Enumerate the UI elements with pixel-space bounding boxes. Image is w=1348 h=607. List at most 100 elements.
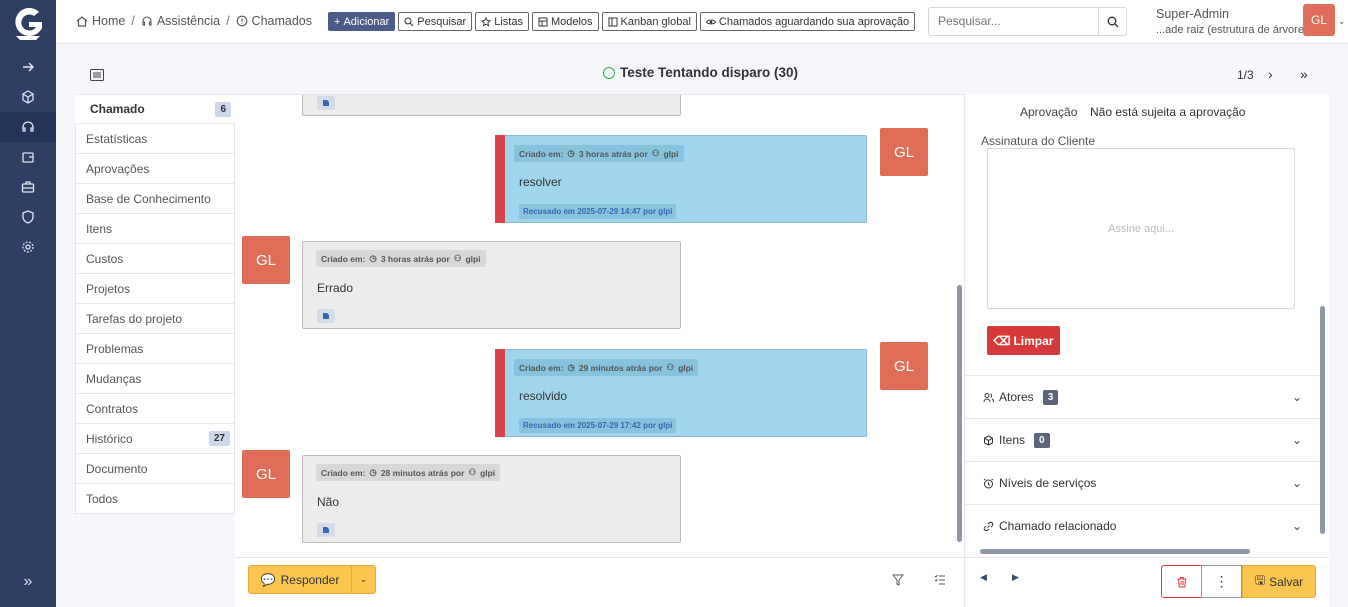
document-icon[interactable] <box>317 523 335 537</box>
search-input[interactable] <box>938 14 1098 28</box>
details-horizontal-scrollbar[interactable] <box>980 549 1250 554</box>
search-submit-button[interactable] <box>1098 8 1126 35</box>
timeline-item-partial <box>302 95 681 116</box>
users-icon <box>983 392 994 402</box>
expand-sidebar-icon[interactable]: » <box>0 573 56 591</box>
models-button[interactable]: Modelos <box>531 12 599 31</box>
details-vertical-scrollbar[interactable] <box>1320 306 1325 534</box>
section-actors[interactable]: Atores 3 ⌄ <box>965 375 1322 418</box>
tab-items[interactable]: Itens <box>75 214 235 244</box>
user-icon: ⚇ <box>651 148 660 158</box>
delete-button[interactable] <box>1161 565 1202 598</box>
clear-signature-button[interactable]: ⌫ Limpar <box>987 326 1060 355</box>
search-button[interactable]: Pesquisar <box>398 12 473 31</box>
user-avatar[interactable]: GL <box>1303 4 1335 36</box>
global-search <box>928 7 1127 36</box>
awaiting-approval-button[interactable]: Chamados aguardando sua aprovação <box>699 12 916 31</box>
next-ticket-icon[interactable]: › <box>1268 66 1273 82</box>
home-icon <box>76 16 88 27</box>
tab-project-tasks[interactable]: Tarefas do projeto <box>75 304 235 334</box>
save-button[interactable]: 🖫 Salvar <box>1242 565 1316 598</box>
chevron-down-icon[interactable]: ⌄ <box>1338 16 1346 27</box>
item-content: Errado <box>317 281 354 295</box>
details-actions: ◀ ▶ ⋮ 🖫 Salvar <box>964 557 1329 607</box>
item-content: resolvido <box>519 389 568 403</box>
main-sidebar: » <box>0 0 56 607</box>
document-icon[interactable] <box>317 309 335 323</box>
lists-button[interactable]: Listas <box>475 12 529 31</box>
user-name: Super-Admin <box>1156 7 1229 21</box>
item-meta: Criado em: ◷ 28 minutos atrás por ⚇ glpi <box>316 464 501 481</box>
breadcrumb-home[interactable]: Home <box>76 14 125 28</box>
briefcase-icon[interactable] <box>0 172 56 202</box>
shield-icon[interactable] <box>0 202 56 232</box>
cube-icon <box>984 434 993 446</box>
ticket-pager: 1/3 <box>1237 68 1254 82</box>
document-icon[interactable] <box>317 96 335 110</box>
cube-icon[interactable] <box>0 82 56 112</box>
tab-knowledge-base[interactable]: Base de Conhecimento <box>75 184 235 214</box>
section-linked-tickets[interactable]: Chamado relacionado ⌄ <box>965 504 1322 547</box>
search-icon <box>404 17 414 26</box>
answer-dropdown-button[interactable]: ⌄ <box>351 565 376 594</box>
wallet-icon[interactable] <box>0 142 56 172</box>
list-toggle-icon[interactable] <box>90 69 104 81</box>
eye-check-icon <box>705 19 716 24</box>
tab-statistics[interactable]: Estatísticas <box>75 124 235 154</box>
breadcrumb-assistance[interactable]: Assistência <box>141 14 220 28</box>
list-check-icon[interactable] <box>934 574 946 589</box>
tab-approvals[interactable]: Aprovações <box>75 154 235 184</box>
avatar: GL <box>880 128 928 176</box>
section-items[interactable]: Itens 0 ⌄ <box>965 418 1322 461</box>
eraser-icon: ⌫ <box>993 333 1011 348</box>
avatar: GL <box>242 450 290 498</box>
previous-icon[interactable]: ◀ <box>980 572 987 583</box>
tab-count-badge: 6 <box>215 102 231 117</box>
arrow-right-icon[interactable] <box>0 52 56 82</box>
filter-icon[interactable] <box>891 574 905 589</box>
tab-ticket[interactable]: Chamado 6 <box>75 94 235 124</box>
kanban-button[interactable]: Kanban global <box>601 12 697 31</box>
more-actions-button[interactable]: ⋮ <box>1201 565 1242 598</box>
add-button[interactable]: + Adicionar <box>328 12 396 31</box>
link-icon <box>983 521 994 531</box>
tab-contracts[interactable]: Contratos <box>75 394 235 424</box>
breadcrumb: Home / Assistência / Chamados <box>76 14 312 28</box>
approval-value: Não está sujeita a aprovação <box>1090 105 1246 119</box>
last-ticket-icon[interactable]: » <box>1300 66 1308 82</box>
item-meta: Criado em: ◷ 29 minutos atrás por ⚇ glpi <box>514 359 699 376</box>
tab-all[interactable]: Todos <box>75 484 235 514</box>
tab-history[interactable]: Histórico 27 <box>75 424 235 454</box>
glpi-logo[interactable] <box>12 6 44 42</box>
solution-item: Criado em: ◷ 29 minutos atrás por ⚇ glpi res… <box>495 349 867 437</box>
kanban-icon <box>608 17 618 26</box>
signature-pad[interactable]: Assine aqui... <box>987 148 1295 309</box>
refused-status: Recusado em 2025-07-29 14:47 por glpi <box>519 204 677 219</box>
timeline-scrollbar[interactable] <box>957 285 962 542</box>
next-icon[interactable]: ▶ <box>1012 572 1019 583</box>
user-menu[interactable]: Super-Admin ...ade raiz (estrutura de ár… <box>1156 7 1308 36</box>
tab-costs[interactable]: Custos <box>75 244 235 274</box>
item-content: resolver <box>519 175 562 189</box>
headset-icon[interactable] <box>0 112 56 142</box>
chevron-down-icon: ⌄ <box>1291 433 1302 447</box>
tab-problems[interactable]: Problemas <box>75 334 235 364</box>
header-toolbar: + Adicionar Pesquisar Listas Modelos Kanb… <box>328 12 916 31</box>
section-sla[interactable]: Níveis de serviços ⌄ <box>965 461 1322 504</box>
top-header: Home / Assistência / Chamados + Adicionar… <box>56 0 1348 44</box>
clock-icon: ◷ <box>369 467 377 477</box>
breadcrumb-tickets[interactable]: Chamados <box>236 14 312 28</box>
tab-count-badge: 27 <box>208 431 230 446</box>
answer-button[interactable]: 💬 Responder <box>248 565 352 594</box>
signature-label: Assinatura do Cliente <box>981 134 1096 148</box>
timeline: Criado em: ◷ 3 horas atrás por ⚇ glpi resolv… <box>235 94 964 557</box>
avatar: GL <box>880 342 928 390</box>
chevron-down-icon: ⌄ <box>1291 390 1302 404</box>
gear-icon[interactable] <box>0 232 56 262</box>
tab-changes[interactable]: Mudanças <box>75 364 235 394</box>
status-new-icon <box>603 66 615 79</box>
clock-icon: ◷ <box>369 253 377 263</box>
tab-projects[interactable]: Projetos <box>75 274 235 304</box>
user-icon: ⚇ <box>453 253 462 263</box>
tab-document[interactable]: Documento <box>75 454 235 484</box>
